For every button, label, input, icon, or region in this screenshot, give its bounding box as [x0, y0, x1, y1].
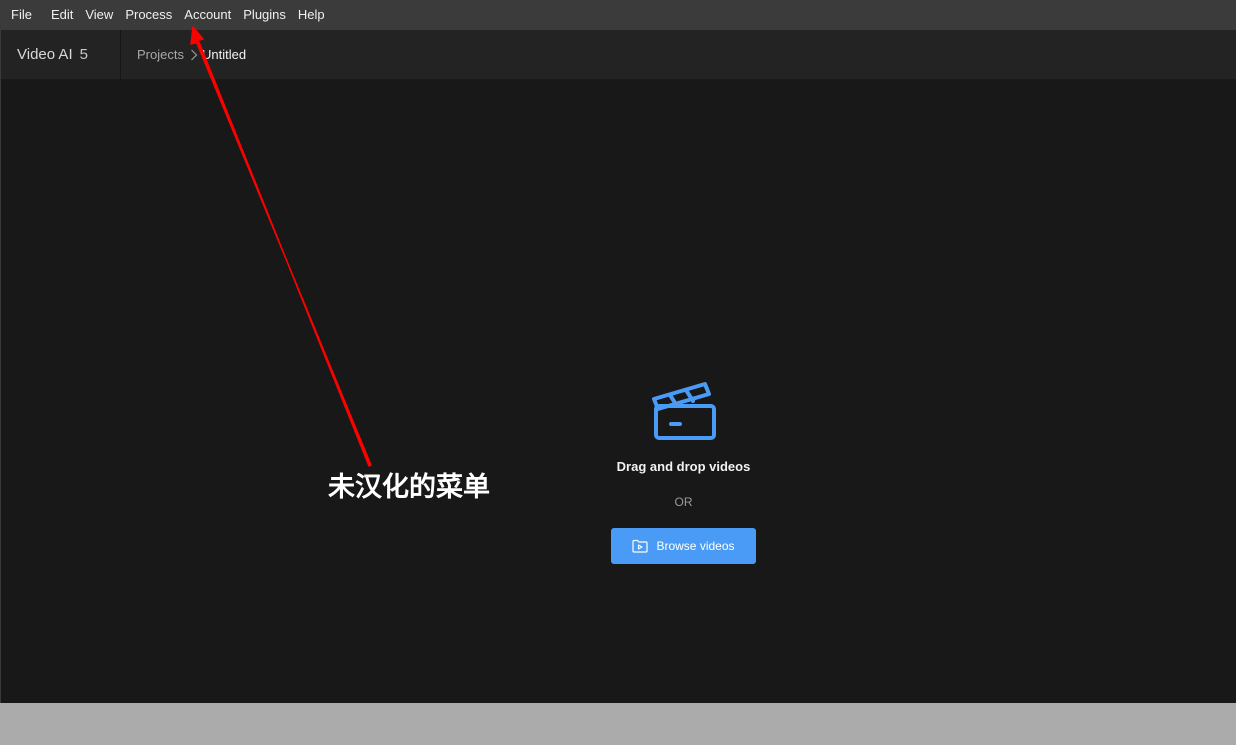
- breadcrumb: Projects Untitled: [121, 47, 246, 62]
- menu-bar: File Edit View Process Account Plugins H…: [1, 0, 1236, 30]
- breadcrumb-projects[interactable]: Projects: [137, 47, 184, 62]
- folder-video-icon: [632, 539, 649, 553]
- menu-view[interactable]: View: [79, 0, 119, 30]
- browse-videos-button[interactable]: Browse videos: [611, 528, 756, 564]
- app-header: Video AI 5 Projects Untitled: [1, 29, 1236, 80]
- menu-help[interactable]: Help: [292, 0, 331, 30]
- menu-file[interactable]: File: [5, 0, 38, 30]
- menu-edit[interactable]: Edit: [45, 0, 79, 30]
- app-brand: Video AI 5: [1, 29, 121, 80]
- drop-zone-or-label: OR: [674, 495, 693, 509]
- clapperboard-icon: [651, 382, 716, 440]
- annotation-label: 未汉化的菜单: [328, 472, 490, 503]
- menu-plugins[interactable]: Plugins: [237, 0, 292, 30]
- menu-process[interactable]: Process: [119, 0, 178, 30]
- video-drop-zone[interactable]: Drag and drop videos OR Browse videos: [1, 80, 1236, 703]
- breadcrumb-current-project: Untitled: [201, 47, 247, 62]
- browse-videos-label: Browse videos: [656, 539, 735, 553]
- app-name: Video AI: [17, 46, 73, 63]
- chevron-right-icon: [190, 49, 198, 61]
- menu-account[interactable]: Account: [178, 0, 237, 30]
- app-version: 5: [79, 46, 88, 63]
- app-window: File Edit View Process Account Plugins H…: [0, 0, 1236, 703]
- drop-zone-content: Drag and drop videos OR Browse videos: [611, 376, 756, 564]
- drop-zone-title: Drag and drop videos: [616, 459, 751, 474]
